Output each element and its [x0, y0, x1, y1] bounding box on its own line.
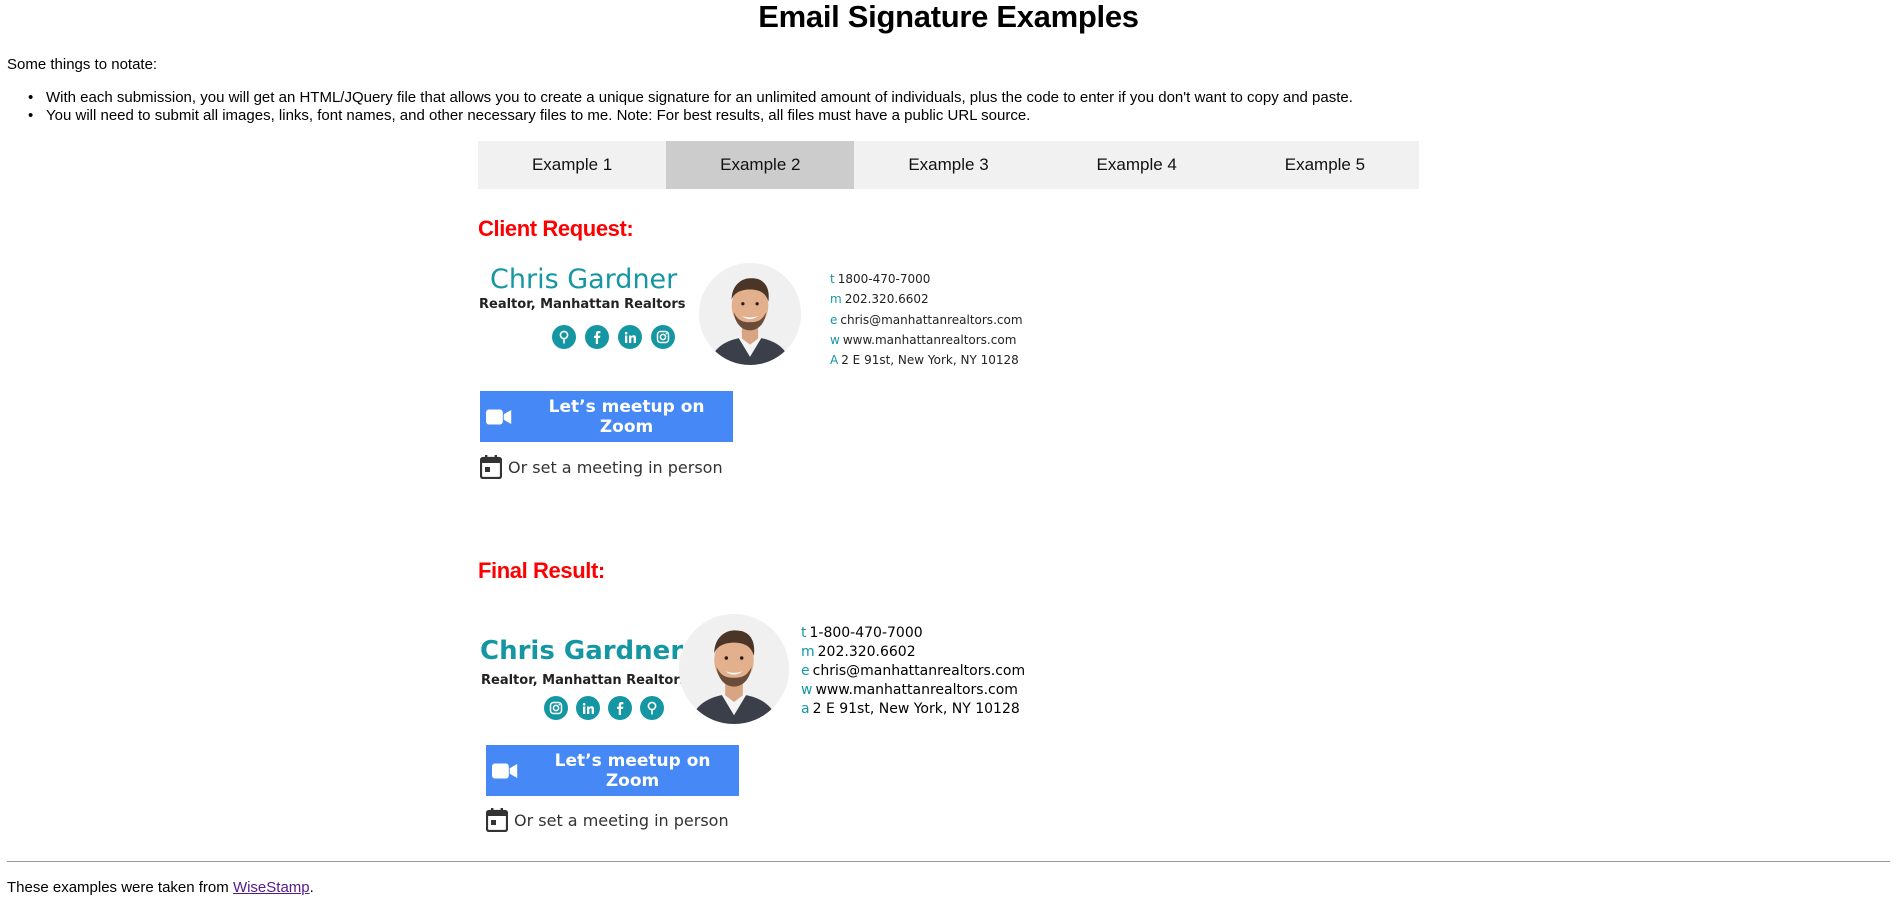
contact-row-mobile: m 202.320.6602	[801, 644, 916, 660]
signature-name: Chris Gardner	[490, 264, 678, 295]
contact-row-website: w www.manhattanrealtors.com	[830, 332, 1017, 347]
video-camera-icon	[486, 409, 512, 424]
notes-list: With each submission, you will get an HT…	[28, 89, 1353, 125]
video-camera-icon	[492, 763, 518, 778]
example-tabs: Example 1 Example 2 Example 3 Example 4 …	[478, 141, 1419, 189]
facebook-icon[interactable]	[608, 696, 632, 720]
signature-role: Realtor, Manhattan Realtors	[481, 673, 688, 688]
map-pin-icon[interactable]	[640, 696, 664, 720]
contact-row-email: e chris@manhattanrealtors.com	[801, 663, 1026, 679]
contact-row-website: w www.manhattanrealtors.com	[801, 682, 1018, 698]
note-item: You will need to submit all images, link…	[28, 107, 1353, 125]
zoom-meetup-button[interactable]: Let’s meetup on Zoom	[480, 391, 733, 442]
profile-photo	[699, 263, 801, 365]
social-icons	[552, 325, 675, 349]
map-pin-icon[interactable]	[552, 325, 576, 349]
contact-details: t 1800-470-7000 m 202.320.6602 e chris@manh…	[830, 269, 1023, 370]
final-result-signature: Chris Gardner Realtor, Manhattan Realtor…	[478, 614, 1038, 726]
tab-example-5[interactable]: Example 5	[1231, 141, 1419, 189]
contact-row-mobile: m 202.320.6602	[830, 292, 929, 307]
meeting-link-label: Or set a meeting in person	[508, 457, 723, 477]
tab-example-1[interactable]: Example 1	[478, 141, 666, 189]
instagram-icon[interactable]	[651, 325, 675, 349]
calendar-icon	[480, 455, 502, 479]
instagram-icon[interactable]	[544, 696, 568, 720]
client-request-signature: Chris Gardner Realtor, Manhattan Realtor…	[478, 262, 1038, 372]
in-person-meeting-link[interactable]: Or set a meeting in person	[486, 808, 729, 832]
in-person-meeting-link[interactable]: Or set a meeting in person	[480, 455, 723, 479]
tab-example-3[interactable]: Example 3	[854, 141, 1042, 189]
contact-row-phone: t 1-800-470-7000	[801, 625, 923, 641]
facebook-icon[interactable]	[585, 325, 609, 349]
zoom-meetup-button[interactable]: Let’s meetup on Zoom	[486, 745, 739, 796]
footer-divider	[7, 861, 1890, 862]
tab-example-2[interactable]: Example 2	[666, 141, 855, 189]
signature-name: Chris Gardner	[480, 636, 684, 666]
final-result-heading: Final Result:	[478, 558, 605, 583]
profile-photo	[679, 614, 789, 724]
contact-row-phone: t 1800-470-7000	[830, 272, 931, 286]
page-title: Email Signature Examples	[758, 0, 1139, 34]
wisestamp-link[interactable]: WiseStamp	[233, 879, 310, 896]
contact-row-email: e chris@manhattanrealtors.com	[830, 312, 1023, 327]
meeting-link-label: Or set a meeting in person	[514, 810, 729, 830]
client-request-heading: Client Request:	[478, 216, 634, 241]
contact-row-address: A2 E 91st, New York, NY 10128	[830, 353, 1019, 368]
footer-credit: These examples were taken from WiseStamp…	[7, 879, 314, 896]
note-item: With each submission, you will get an HT…	[28, 89, 1353, 107]
zoom-button-label: Let’s meetup on Zoom	[554, 750, 711, 791]
signature-role: Realtor, Manhattan Realtors	[479, 297, 686, 312]
tab-example-4[interactable]: Example 4	[1043, 141, 1231, 189]
contact-row-address: a2 E 91st, New York, NY 10128	[801, 701, 1020, 717]
calendar-icon	[486, 808, 508, 832]
linkedin-icon[interactable]	[576, 696, 600, 720]
zoom-button-label: Let’s meetup on Zoom	[548, 396, 705, 437]
intro-text: Some things to notate:	[7, 56, 158, 73]
social-icons	[544, 696, 664, 720]
linkedin-icon[interactable]	[618, 325, 642, 349]
contact-details: t 1-800-470-7000 m 202.320.6602 e chris@man…	[801, 624, 1025, 719]
